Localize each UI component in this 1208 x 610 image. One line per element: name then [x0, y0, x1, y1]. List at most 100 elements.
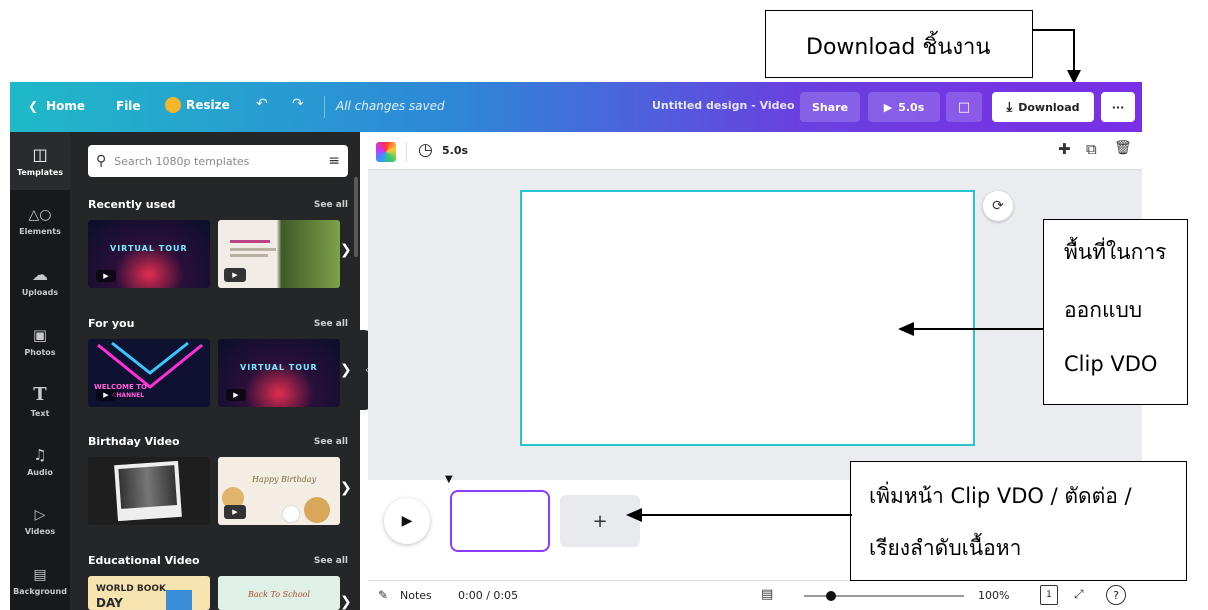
play-icon: ▶: [224, 268, 246, 282]
rail-label: Templates: [16, 168, 64, 177]
zoom-slider[interactable]: [804, 591, 964, 601]
template-thumbnail[interactable]: Happy Birthday ▶: [218, 457, 340, 525]
search-box[interactable]: ⚲ Search 1080p templates ≡: [88, 145, 348, 177]
search-input[interactable]: Search 1080p templates: [114, 155, 320, 168]
text-icon: T: [33, 384, 47, 405]
timer-icon[interactable]: ◷: [418, 140, 433, 160]
elements-icon: △○: [28, 206, 52, 223]
section-title: Birthday Video: [88, 435, 180, 448]
template-thumbnail[interactable]: Back To School: [218, 576, 340, 610]
file-menu[interactable]: File: [116, 99, 141, 113]
rail-item-elements[interactable]: △○ Elements: [10, 192, 70, 250]
crown-icon: [165, 97, 181, 113]
help-button[interactable]: ?: [1106, 585, 1126, 605]
notes-icon[interactable]: ✎: [378, 588, 388, 602]
rail-item-uploads[interactable]: ☁ Uploads: [10, 252, 70, 310]
zoom-slider-thumb[interactable]: [826, 591, 836, 601]
design-area-callout-line: พื้นที่ในการ: [1064, 240, 1167, 264]
playhead-marker[interactable]: ▼: [445, 474, 453, 485]
timeline-play-button[interactable]: ▶: [384, 498, 430, 544]
filter-icon[interactable]: ≡: [328, 153, 340, 169]
section-title: For you: [88, 317, 135, 330]
templates-panel: ⚲ Search 1080p templates ≡ Recently used…: [70, 132, 360, 610]
page-count-button[interactable]: 1: [1040, 585, 1058, 605]
rail-item-audio[interactable]: ♫ Audio: [10, 432, 70, 490]
fullscreen-icon[interactable]: ⤢: [1074, 587, 1084, 602]
design-title[interactable]: Untitled design - Video: [652, 99, 795, 112]
play-icon: ▶: [401, 513, 413, 529]
more-icon: ···: [1111, 100, 1125, 114]
preview-play-button[interactable]: ▶ 5.0s: [868, 92, 940, 122]
template-thumbnail[interactable]: [88, 457, 210, 525]
page-duration[interactable]: 5.0s: [442, 144, 468, 157]
see-all-link[interactable]: See all: [314, 319, 348, 329]
resize-label: Resize: [186, 98, 230, 112]
rail-item-photos[interactable]: ▣ Photos: [10, 312, 70, 370]
rail-label: Photos: [24, 347, 56, 357]
rail-label: Background: [13, 586, 67, 596]
thumbnail-text: WORLD BOOK: [96, 584, 166, 594]
thumbnail-text: DAY: [96, 596, 123, 610]
zoom-level[interactable]: 100%: [978, 589, 1009, 602]
section-title: Educational Video: [88, 554, 200, 567]
search-icon: ⚲: [96, 153, 107, 169]
add-page-icon[interactable]: ✚: [1058, 140, 1071, 158]
canvas-toolbar: ◷ 5.0s ✚ ⧉ 🗑: [368, 132, 1142, 170]
play-icon: ▶: [226, 389, 246, 401]
rail-label: Audio: [27, 467, 53, 477]
timeline-page-thumbnail[interactable]: [450, 490, 550, 552]
template-thumbnail[interactable]: VIRTUAL TOUR ▶: [88, 220, 210, 288]
audio-icon: ♫: [33, 445, 47, 464]
save-status: All changes saved: [336, 99, 445, 113]
notes-button[interactable]: Notes: [400, 589, 432, 602]
rail-item-templates[interactable]: ◫ Templates: [10, 132, 70, 190]
template-thumbnail[interactable]: WORLD BOOK DAY: [88, 576, 210, 610]
page-count: 1: [1046, 590, 1052, 600]
chevron-left-icon: ❮: [28, 99, 39, 113]
chevron-right-icon[interactable]: ❯: [340, 362, 352, 378]
download-icon: ⤓: [1006, 99, 1013, 115]
help-icon: ?: [1113, 588, 1119, 602]
design-area-callout-arrow: [898, 322, 1044, 336]
template-thumbnail[interactable]: VIRTUAL TOUR ▶: [218, 339, 340, 407]
share-button[interactable]: Share: [800, 92, 860, 122]
rail-item-text[interactable]: T Text: [10, 372, 70, 430]
undo-icon[interactable]: ↶: [256, 96, 268, 112]
rail-item-videos[interactable]: ▷ Videos: [10, 492, 70, 550]
see-all-link[interactable]: See all: [314, 556, 348, 566]
play-icon: ▶: [883, 100, 893, 114]
background-icon: ▤: [33, 566, 47, 583]
template-thumbnail[interactable]: ▶: [218, 220, 340, 288]
color-picker-icon[interactable]: [376, 142, 396, 162]
resize-button[interactable]: Resize: [165, 97, 230, 113]
download-button[interactable]: ⤓ Download: [992, 92, 1094, 122]
insights-button[interactable]: □: [946, 92, 982, 122]
chevron-right-icon[interactable]: ❯: [340, 480, 352, 496]
playback-time: 0:00 / 0:05: [458, 589, 519, 602]
timeline-callout-line: เรียงลำดับเนื้อหา: [869, 536, 1022, 560]
timeline-toggle-icon[interactable]: ▤: [761, 587, 773, 602]
side-rail: ◫ Templates △○ Elements ☁ Uploads ▣ Phot…: [10, 132, 70, 610]
timeline-callout-line: เพิ่มหน้า Clip VDO / ตัดต่อ /: [869, 484, 1132, 508]
timeline-callout: เพิ่มหน้า Clip VDO / ตัดต่อ / เรียงลำดับ…: [850, 461, 1187, 581]
template-thumbnail[interactable]: WELCOME TO CHANNEL ▶: [88, 339, 210, 407]
photos-icon: ▣: [32, 325, 48, 344]
uploads-icon: ☁: [32, 265, 48, 284]
more-button[interactable]: ···: [1101, 92, 1135, 122]
see-all-link[interactable]: See all: [314, 437, 348, 447]
chevron-right-icon[interactable]: ❯: [340, 594, 352, 610]
refresh-icon: ⟳: [992, 198, 1004, 214]
design-area-callout-line: ออกแบบ: [1064, 298, 1143, 322]
share-label: Share: [811, 100, 849, 114]
videos-icon: ▷: [34, 506, 46, 523]
duplicate-page-icon[interactable]: ⧉: [1086, 140, 1097, 158]
refresh-button[interactable]: ⟳: [983, 191, 1013, 221]
delete-page-icon[interactable]: 🗑: [1114, 140, 1132, 156]
home-button[interactable]: ❮ Home: [28, 99, 85, 113]
see-all-link[interactable]: See all: [314, 200, 348, 210]
rail-item-background[interactable]: ▤ Background: [10, 552, 70, 610]
panel-scrollbar[interactable]: [354, 177, 358, 257]
chevron-right-icon[interactable]: ❯: [340, 242, 352, 258]
redo-icon[interactable]: ↷: [292, 96, 304, 112]
toolbar-divider: [406, 142, 407, 162]
